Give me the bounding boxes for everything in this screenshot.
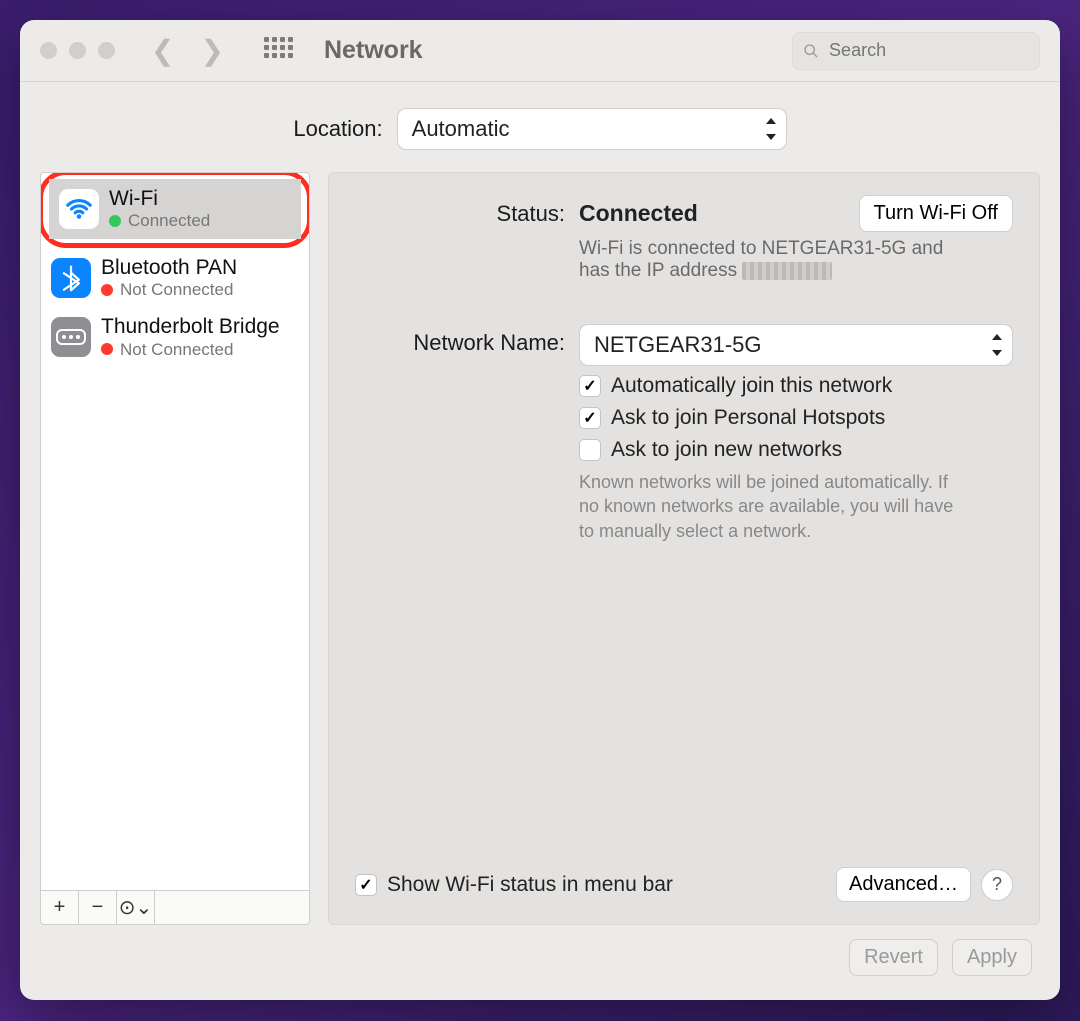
window-title: Network	[324, 36, 423, 65]
checkbox-icon	[579, 375, 601, 397]
preferences-window: ❮ ❯ Network Location: Automatic	[20, 20, 1060, 1000]
status-description: Wi-Fi is connected to NETGEAR31-5G and h…	[579, 238, 979, 282]
ask-new-networks-checkbox[interactable]: Ask to join new networks	[579, 438, 1013, 462]
add-service-button[interactable]: +	[41, 891, 79, 924]
checkbox-label: Ask to join new networks	[611, 438, 842, 462]
ask-new-help-text: Known networks will be joined automatica…	[579, 470, 959, 543]
sidebar-item-status: Not Connected	[120, 280, 233, 300]
chevron-updown-icon	[990, 334, 1004, 356]
sidebar-item-label: Thunderbolt Bridge	[101, 315, 280, 339]
minimize-button[interactable]	[69, 42, 86, 59]
services-list: Wi-Fi Connected Bluetooth PAN Not Connec…	[40, 172, 310, 891]
ask-hotspots-checkbox[interactable]: Ask to join Personal Hotspots	[579, 406, 1013, 430]
status-dot-icon	[101, 343, 113, 355]
back-button[interactable]: ❮	[151, 34, 174, 67]
location-dropdown[interactable]: Automatic	[397, 108, 787, 150]
network-name-value: NETGEAR31-5G	[594, 332, 762, 358]
sidebar-item-label: Wi-Fi	[109, 187, 210, 211]
sidebar-toolbar: + − ⊙⌄	[40, 891, 310, 925]
services-sidebar: Wi-Fi Connected Bluetooth PAN Not Connec…	[40, 172, 310, 925]
show-all-icon[interactable]	[264, 37, 292, 65]
status-value: Connected	[579, 200, 698, 227]
sidebar-item-status: Not Connected	[120, 340, 233, 360]
chevron-updown-icon	[764, 118, 778, 140]
checkbox-label: Automatically join this network	[611, 374, 892, 398]
advanced-button[interactable]: Advanced…	[836, 867, 971, 902]
window-controls	[40, 42, 115, 59]
status-dot-icon	[109, 215, 121, 227]
forward-button[interactable]: ❯	[200, 34, 223, 67]
zoom-button[interactable]	[98, 42, 115, 59]
location-row: Location: Automatic	[20, 82, 1060, 172]
sidebar-item-bluetooth[interactable]: Bluetooth PAN Not Connected	[41, 248, 309, 308]
search-field[interactable]	[792, 32, 1040, 70]
service-options-button[interactable]: ⊙⌄	[117, 891, 155, 924]
wifi-icon	[59, 189, 99, 229]
help-button[interactable]: ?	[981, 869, 1013, 901]
sidebar-item-label: Bluetooth PAN	[101, 256, 237, 280]
status-dot-icon	[101, 284, 113, 296]
checkbox-icon	[579, 407, 601, 429]
show-menubar-checkbox[interactable]: Show Wi-Fi status in menu bar	[355, 873, 673, 897]
search-input[interactable]	[827, 39, 1029, 62]
status-label: Status:	[355, 195, 565, 282]
sidebar-item-status: Connected	[128, 211, 210, 231]
annotation-highlight: Wi-Fi Connected	[40, 172, 310, 248]
thunderbolt-bridge-icon	[51, 317, 91, 357]
checkbox-icon	[579, 439, 601, 461]
remove-service-button[interactable]: −	[79, 891, 117, 924]
location-label: Location:	[293, 116, 382, 142]
revert-button[interactable]: Revert	[849, 939, 938, 976]
ip-address-redacted	[742, 262, 832, 280]
wifi-toggle-button[interactable]: Turn Wi-Fi Off	[859, 195, 1013, 232]
sidebar-item-thunderbolt[interactable]: Thunderbolt Bridge Not Connected	[41, 307, 309, 367]
apply-button[interactable]: Apply	[952, 939, 1032, 976]
location-value: Automatic	[412, 116, 510, 142]
titlebar: ❮ ❯ Network	[20, 20, 1060, 82]
search-icon	[803, 42, 819, 60]
nav-arrows: ❮ ❯	[151, 34, 224, 67]
close-button[interactable]	[40, 42, 57, 59]
details-pane: Status: Connected Turn Wi-Fi Off Wi-Fi i…	[328, 172, 1040, 925]
network-name-label: Network Name:	[355, 324, 565, 543]
footer: Revert Apply	[20, 925, 1060, 1000]
sidebar-item-wifi[interactable]: Wi-Fi Connected	[49, 179, 301, 239]
network-name-dropdown[interactable]: NETGEAR31-5G	[579, 324, 1013, 366]
auto-join-checkbox[interactable]: Automatically join this network	[579, 374, 1013, 398]
checkbox-label: Ask to join Personal Hotspots	[611, 406, 885, 430]
checkbox-label: Show Wi-Fi status in menu bar	[387, 873, 673, 897]
checkbox-icon	[355, 874, 377, 896]
bluetooth-icon	[51, 258, 91, 298]
